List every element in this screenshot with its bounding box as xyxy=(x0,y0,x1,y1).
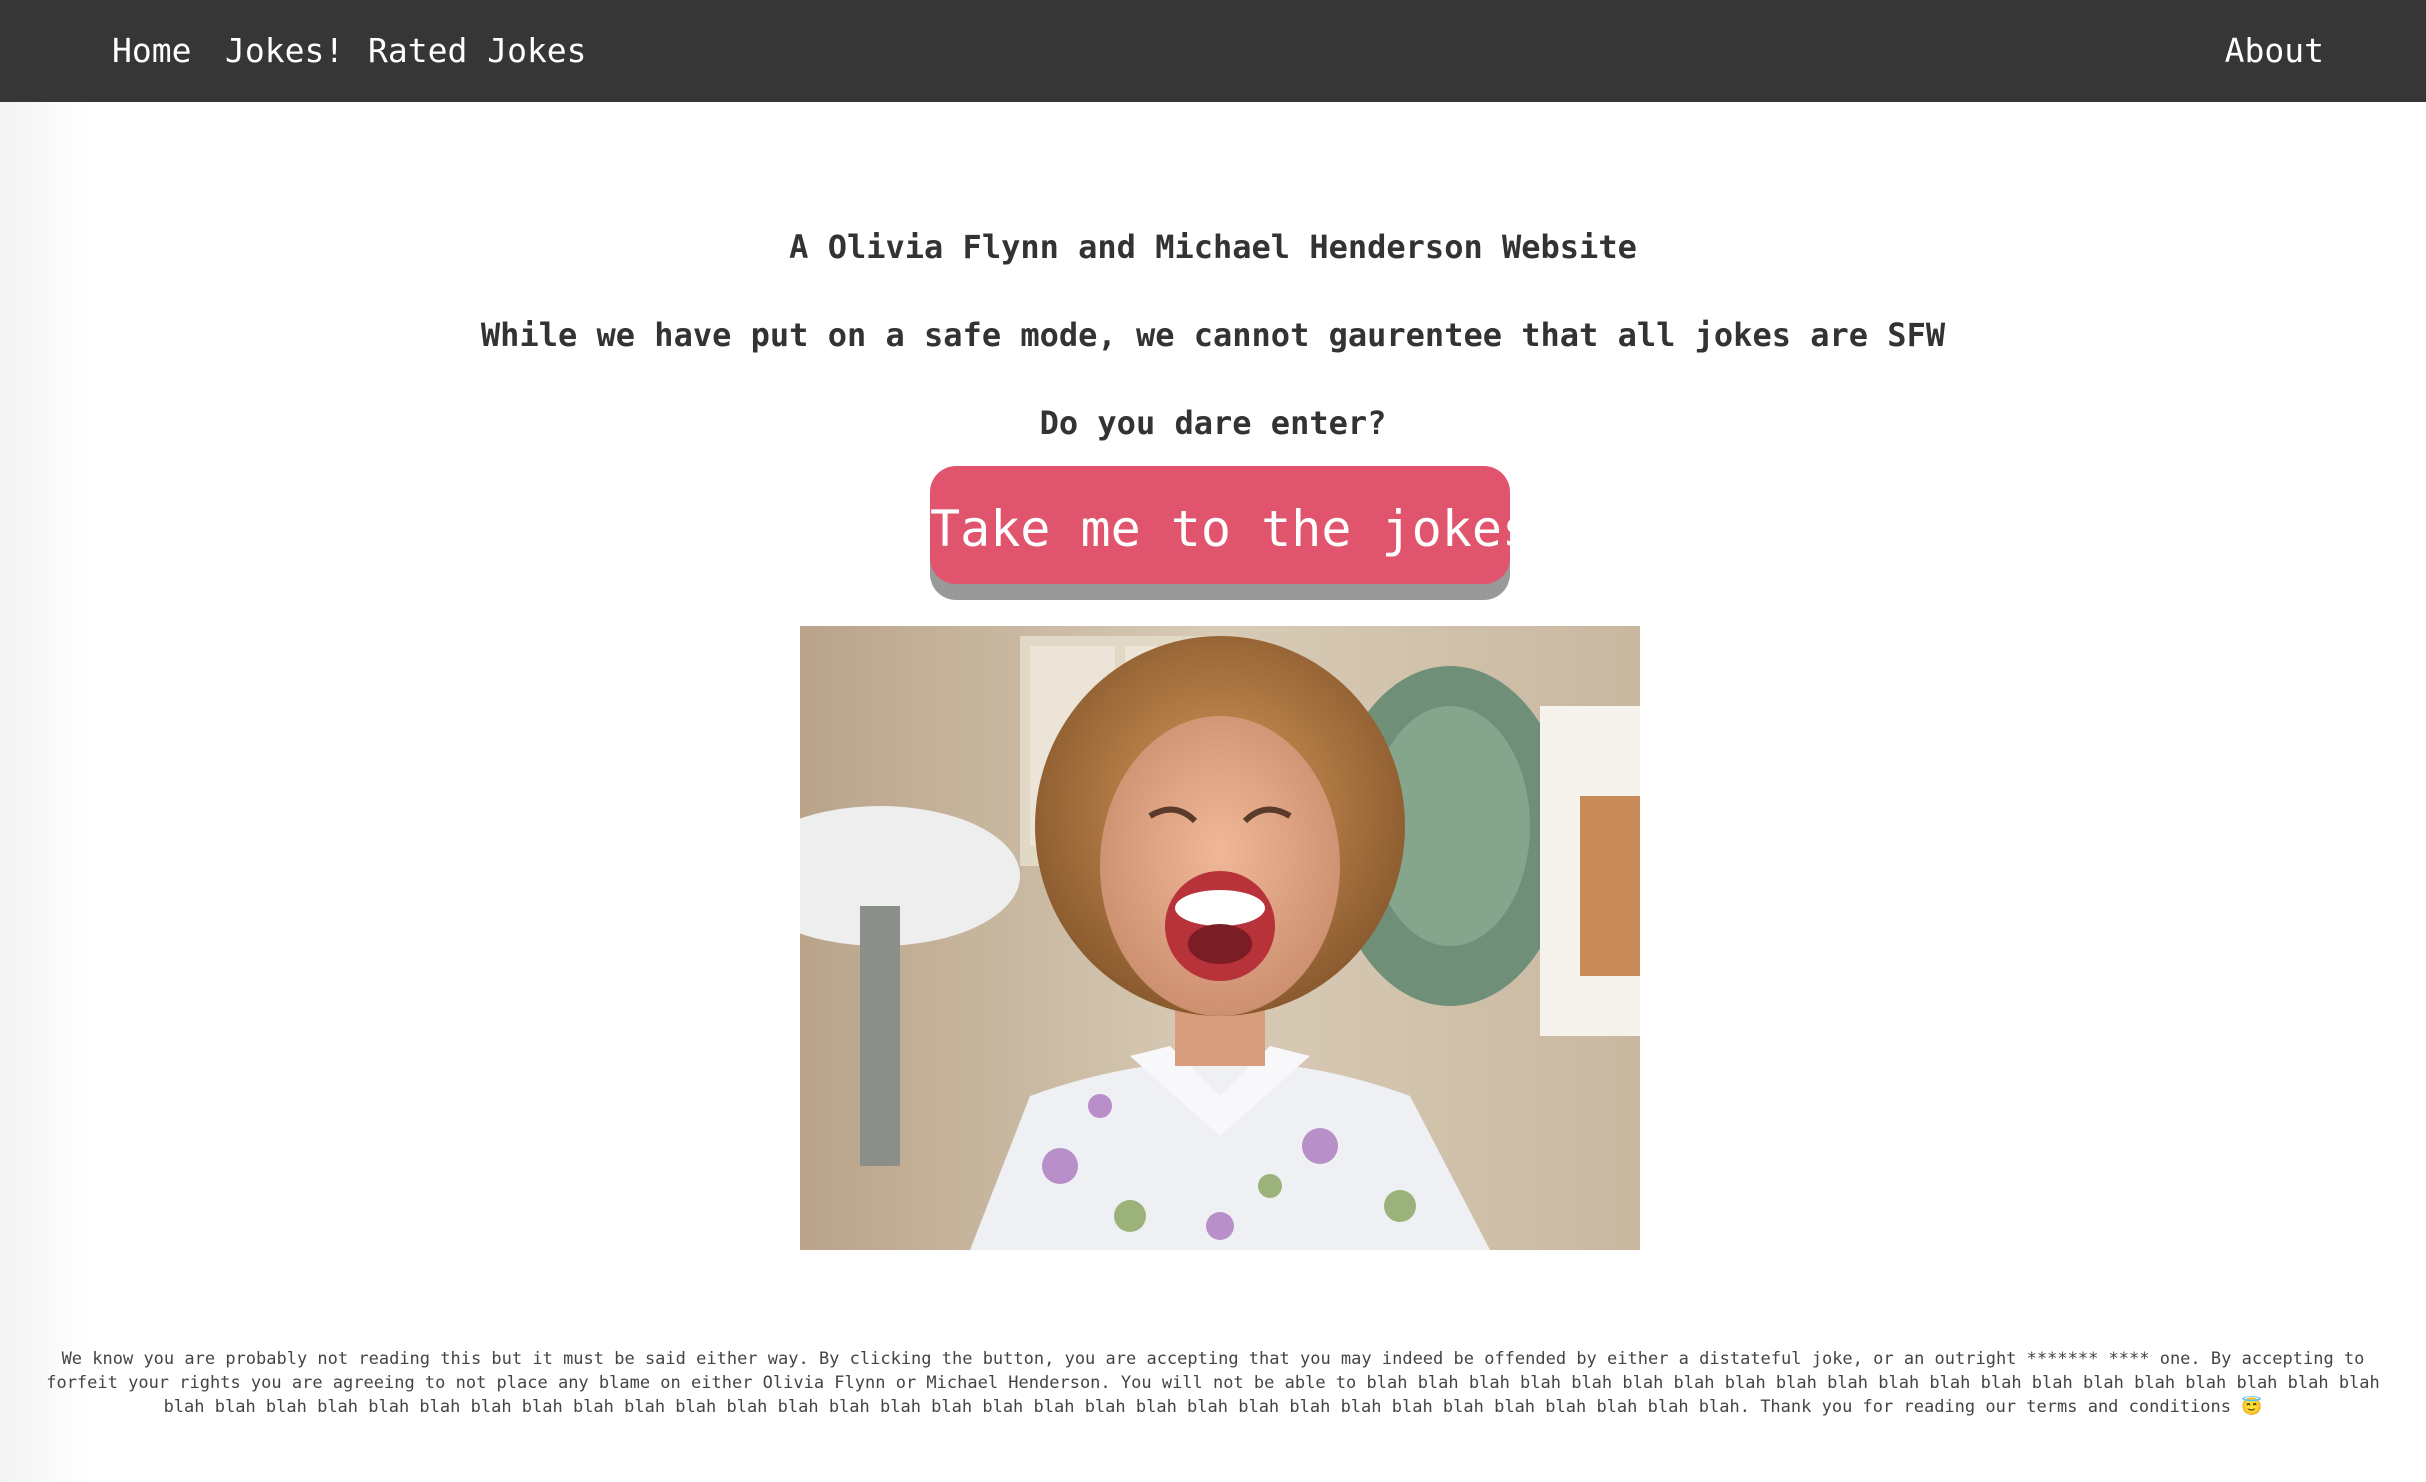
nav-home-link[interactable]: Home xyxy=(112,0,191,102)
dare-prompt: Do you dare enter? xyxy=(1039,404,1387,442)
page-side-shade xyxy=(0,102,90,1482)
terms-disclaimer: We know you are probably not reading thi… xyxy=(46,1349,2380,1417)
laughing-woman-image xyxy=(800,626,1640,1250)
take-me-to-jokes-button[interactable]: Take me to the jokes xyxy=(930,466,1532,584)
site-credit-heading: A Olivia Flynn and Michael Henderson Web… xyxy=(789,228,1637,266)
top-navbar: Home Jokes! Rated Jokes About xyxy=(0,0,2426,102)
laughing-woman-illustration xyxy=(800,626,1640,1250)
nav-about-link[interactable]: About xyxy=(2225,0,2324,102)
nav-rated-jokes-link[interactable]: Rated Jokes xyxy=(368,0,587,102)
nav-jokes-link[interactable]: Jokes! xyxy=(225,0,344,102)
safe-mode-warning: While we have put on a safe mode, we can… xyxy=(480,316,1946,354)
